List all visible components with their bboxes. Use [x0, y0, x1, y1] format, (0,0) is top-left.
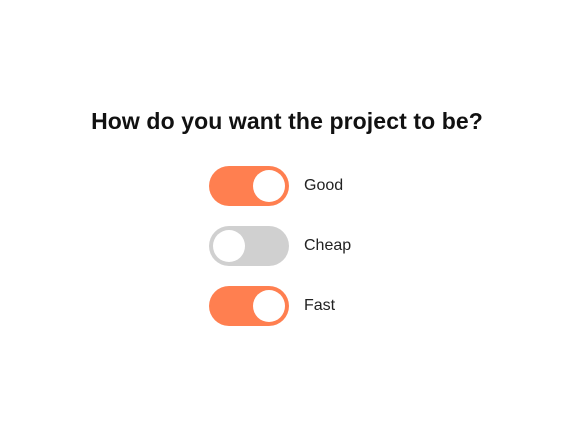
good-toggle[interactable] — [209, 166, 289, 206]
cheap-label: Cheap — [304, 237, 352, 254]
good-label: Good — [304, 177, 344, 194]
fast-label: Fast — [304, 297, 336, 314]
option-fast[interactable]: Fast — [209, 286, 351, 326]
toggle-knob — [253, 290, 285, 322]
option-cheap[interactable]: Cheap — [209, 226, 351, 266]
option-good[interactable]: Good — [209, 166, 351, 206]
toggle-group: Good Cheap Fast — [209, 166, 351, 326]
page-title: How do you want the project to be? — [91, 108, 483, 134]
fast-toggle[interactable] — [209, 286, 289, 326]
toggle-knob — [253, 170, 285, 202]
cheap-toggle[interactable] — [209, 226, 289, 266]
toggle-knob — [213, 230, 245, 262]
